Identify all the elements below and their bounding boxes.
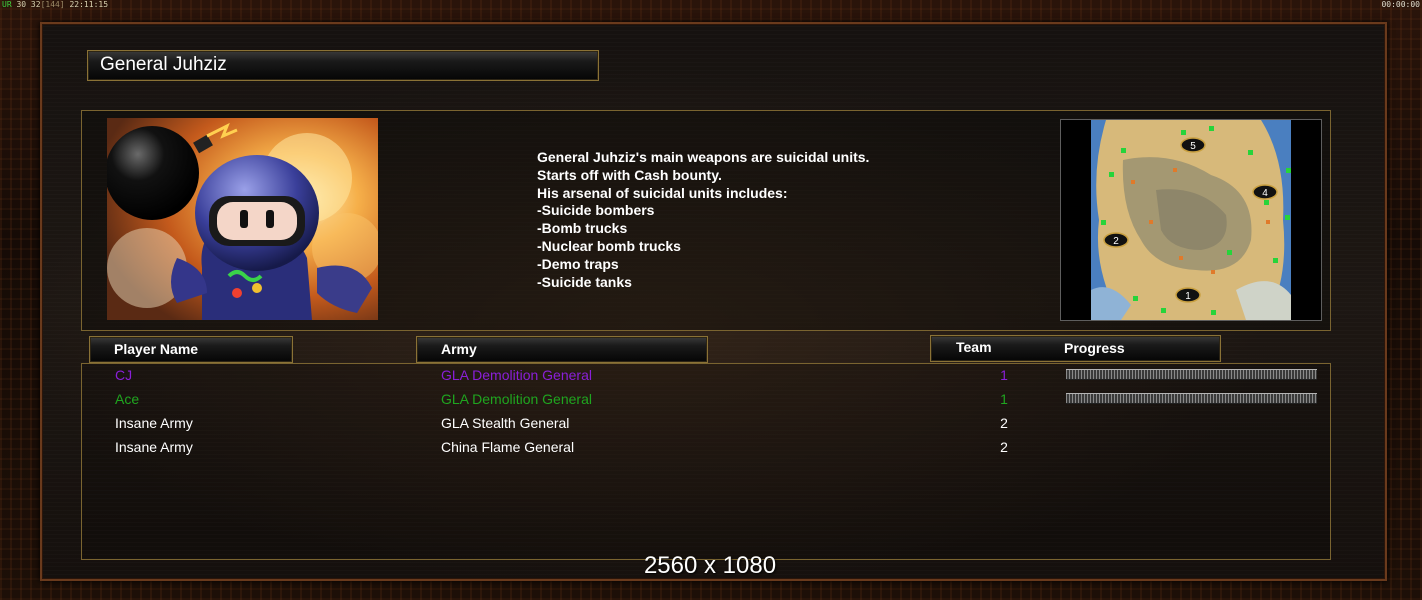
fps-bracket: [144]: [40, 0, 65, 9]
start-position-label: 4: [1262, 188, 1268, 199]
map-preview: 5 4 2 1: [1060, 119, 1322, 321]
player-progress-bar: [1066, 393, 1317, 404]
player-army: GLA Demolition General: [441, 367, 592, 383]
start-position-label: 1: [1185, 291, 1191, 302]
player-row: CJ GLA Demolition General 1: [82, 365, 1330, 389]
general-portrait: [107, 118, 378, 320]
start-position-4: 4: [1252, 184, 1278, 200]
start-position-2: 2: [1103, 232, 1129, 248]
start-position-label: 5: [1190, 141, 1196, 152]
player-army: GLA Demolition General: [441, 391, 592, 407]
start-position-1: 1: [1175, 287, 1201, 303]
description-line: General Juhziz's main weapons are suicid…: [537, 149, 870, 165]
header-team-label: Team: [956, 339, 992, 355]
fps-values: 30 32: [16, 0, 41, 9]
description-line: Starts off with Cash bounty.: [537, 166, 722, 183]
player-row: Ace GLA Demolition General 1: [82, 389, 1330, 413]
system-clock: 22:11:15: [69, 0, 109, 9]
description-line: -Nuclear bomb trucks: [537, 237, 681, 254]
header-progress-label: Progress: [1064, 340, 1125, 356]
general-title: General Juhziz: [100, 54, 227, 75]
player-name: CJ: [115, 367, 133, 383]
player-team: 2: [1000, 439, 1008, 455]
start-position-5: 5: [1180, 137, 1206, 153]
description-line: -Demo traps: [537, 255, 619, 272]
general-description: General Juhziz's main weapons are suicid…: [537, 149, 1017, 291]
player-row: Insane Army China Flame General 2: [82, 437, 1330, 461]
player-name: Insane Army: [115, 439, 193, 455]
fps-status: UR 30 32[144] 22:11:15: [2, 0, 108, 9]
general-title-box: General Juhziz: [87, 50, 599, 81]
description-line: -Bomb trucks: [537, 220, 628, 237]
header-army-label: Army: [441, 341, 477, 357]
header-army: Army: [416, 336, 708, 363]
description-line: His arsenal of suicidal units includes:: [537, 184, 788, 201]
start-position-label: 2: [1113, 236, 1119, 247]
header-team-progress: Team Progress: [930, 335, 1221, 362]
player-row: Insane Army GLA Stealth General 2: [82, 413, 1330, 437]
header-player-name-label: Player Name: [114, 341, 199, 357]
player-army: GLA Stealth General: [441, 415, 570, 431]
players-list: CJ GLA Demolition General 1 Ace GLA Demo…: [81, 363, 1331, 560]
player-progress-bar: [1066, 369, 1317, 380]
player-team: 1: [1000, 391, 1008, 407]
game-timer: 00:00:00: [1381, 0, 1420, 9]
player-name: Ace: [115, 391, 140, 407]
description-line: -Suicide bombers: [537, 202, 655, 219]
player-army: China Flame General: [441, 439, 575, 455]
header-player-name: Player Name: [89, 336, 293, 363]
description-line: -Suicide tanks: [537, 273, 632, 290]
fps-prefix: UR: [2, 0, 12, 9]
player-name: Insane Army: [115, 415, 193, 431]
player-team: 1: [1000, 367, 1008, 383]
player-team: 2: [1000, 415, 1008, 431]
resolution-overlay: 2560 x 1080: [643, 552, 777, 579]
